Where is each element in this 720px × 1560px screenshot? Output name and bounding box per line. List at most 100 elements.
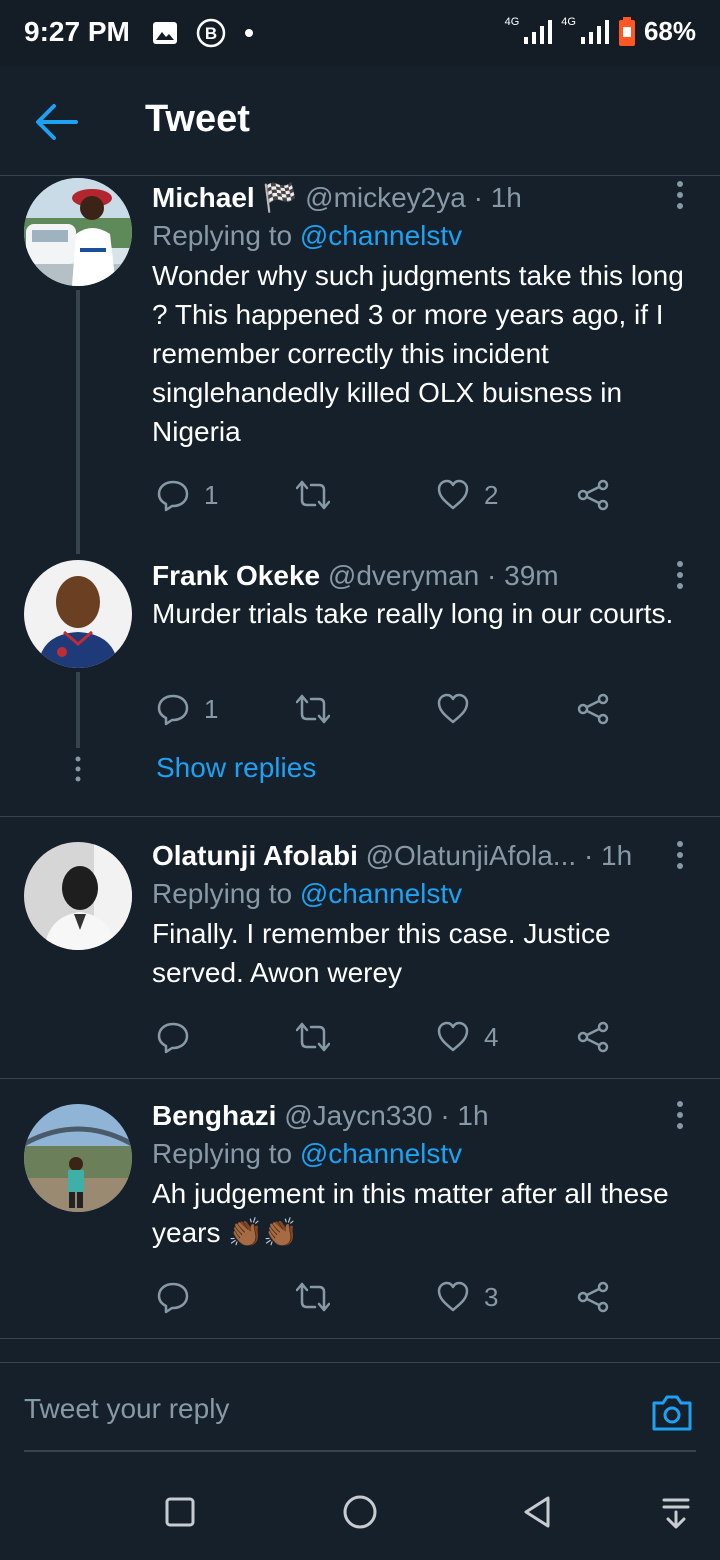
share-icon (577, 1281, 609, 1313)
author-handle[interactable]: @dveryman (328, 560, 479, 591)
tweet-text: Finally. I remember this case. Justice s… (152, 918, 611, 988)
more-options-icon[interactable] (670, 1100, 690, 1130)
mention-link[interactable]: @channelstv (300, 878, 462, 909)
share-icon (577, 693, 609, 725)
more-options-icon[interactable] (670, 560, 690, 590)
thread-line (76, 290, 80, 554)
reply-icon (157, 694, 189, 726)
tweet-actions: 3 (152, 1280, 622, 1320)
tweet-text: Ah judgement in this matter after all th… (152, 1178, 669, 1248)
camera-icon[interactable] (650, 1391, 694, 1435)
tweet-header: Benghazi @Jaycn330 · 1h (152, 1098, 692, 1134)
avatar[interactable] (24, 1104, 132, 1212)
divider (0, 1078, 720, 1079)
tweet-content: Frank Okeke @dveryman · 39m Murder trial… (152, 558, 692, 633)
share-button[interactable] (576, 1020, 610, 1054)
notification-pull-icon[interactable] (656, 1492, 696, 1532)
tweet-actions: 1 2 (152, 478, 622, 518)
show-replies-link[interactable]: Show replies (156, 752, 316, 784)
replying-to: Replying to @channelstv (152, 874, 692, 914)
system-navigation-bar (0, 1462, 720, 1560)
like-count: 4 (484, 1021, 499, 1052)
heart-icon (437, 1021, 469, 1052)
retweet-button[interactable] (296, 478, 344, 512)
like-button[interactable]: 3 (436, 1280, 498, 1314)
app-header: Tweet (0, 66, 720, 176)
retweet-button[interactable] (296, 692, 344, 726)
author-name[interactable]: Frank Okeke (152, 560, 320, 591)
replying-to: Replying to @channelstv (152, 1134, 692, 1174)
share-icon (577, 1021, 609, 1053)
retweet-button[interactable] (296, 1020, 344, 1054)
back-arrow-icon[interactable] (32, 100, 80, 144)
reply-button[interactable]: 1 (156, 692, 218, 726)
tweet-header: Frank Okeke @dveryman · 39m (152, 558, 692, 594)
network-type-1: 4G (504, 15, 520, 28)
tweet-header: Michael 🏁 @mickey2ya · 1h (152, 180, 692, 216)
b-app-icon: B (196, 18, 226, 48)
heart-icon (437, 1281, 469, 1312)
page-title: Tweet (145, 98, 250, 140)
tweet-content: Benghazi @Jaycn330 · 1h Replying to @cha… (152, 1098, 692, 1252)
replying-to-label: Replying to (152, 220, 293, 251)
tweet-content: Michael 🏁 @mickey2ya · 1h Replying to @c… (152, 180, 692, 451)
battery-icon (618, 16, 635, 46)
share-icon (577, 479, 609, 511)
tweet-time: · 1h (583, 840, 633, 871)
avatar[interactable] (24, 842, 132, 950)
avatar[interactable] (24, 178, 132, 286)
notification-dot-icon (245, 29, 253, 37)
recent-apps-icon[interactable] (160, 1492, 200, 1532)
heart-icon (437, 693, 469, 724)
author-name[interactable]: Benghazi (152, 1100, 276, 1131)
reply-button[interactable] (156, 1280, 204, 1314)
replying-to-label: Replying to (152, 878, 293, 909)
share-button[interactable] (576, 692, 610, 726)
tweet-time: · 1h (473, 182, 522, 213)
reply-count: 1 (204, 479, 219, 510)
tweet-time: · 1h (440, 1100, 489, 1131)
status-time: 9:27 PM (24, 16, 130, 47)
retweet-button[interactable] (296, 1280, 344, 1314)
author-handle[interactable]: @mickey2ya (305, 182, 466, 213)
input-underline (24, 1450, 696, 1452)
author-name[interactable]: Olatunji Afolabi (152, 840, 358, 871)
gallery-icon (153, 22, 177, 44)
notification-icons: B (152, 18, 254, 48)
tweet-actions: 1 (152, 692, 622, 732)
more-options-icon[interactable] (670, 180, 690, 210)
avatar[interactable] (24, 560, 132, 668)
author-handle[interactable]: @OlatunjiAfola... (366, 840, 577, 871)
status-bar: 9:27 PM B 4G 4G 68% (0, 0, 720, 66)
svg-text:B: B (205, 24, 217, 43)
retweet-icon (296, 480, 330, 510)
reply-button[interactable]: 1 (156, 478, 218, 512)
like-button[interactable] (436, 692, 484, 726)
mention-link[interactable]: @channelstv (300, 1138, 462, 1169)
like-count: 3 (484, 1281, 499, 1312)
like-button[interactable]: 4 (436, 1020, 498, 1054)
divider (0, 1338, 720, 1339)
retweet-icon (296, 694, 330, 724)
author-handle[interactable]: @Jaycn330 (284, 1100, 432, 1131)
share-button[interactable] (576, 1280, 610, 1314)
like-button[interactable]: 2 (436, 478, 498, 512)
retweet-icon (296, 1282, 330, 1312)
reply-input[interactable]: Tweet your reply (24, 1393, 229, 1425)
more-options-icon[interactable] (670, 840, 690, 870)
share-button[interactable] (576, 478, 610, 512)
tweet-time: · 39m (487, 560, 559, 591)
reply-icon (157, 480, 189, 512)
author-name[interactable]: Michael (152, 182, 255, 213)
back-icon[interactable] (518, 1492, 558, 1532)
mention-link[interactable]: @channelstv (300, 220, 462, 251)
home-icon[interactable] (340, 1492, 380, 1532)
reply-button[interactable] (156, 1020, 204, 1054)
divider (0, 816, 720, 817)
tweet-actions: 4 (152, 1020, 622, 1060)
signal-icon-2 (580, 19, 609, 44)
tweet-header: Olatunji Afolabi @OlatunjiAfola... · 1h (152, 838, 692, 874)
system-icons: 4G 4G 68% (505, 16, 696, 47)
reply-composer: Tweet your reply (0, 1362, 720, 1462)
tweet-text: Wonder why such judgments take this long… (152, 260, 684, 447)
